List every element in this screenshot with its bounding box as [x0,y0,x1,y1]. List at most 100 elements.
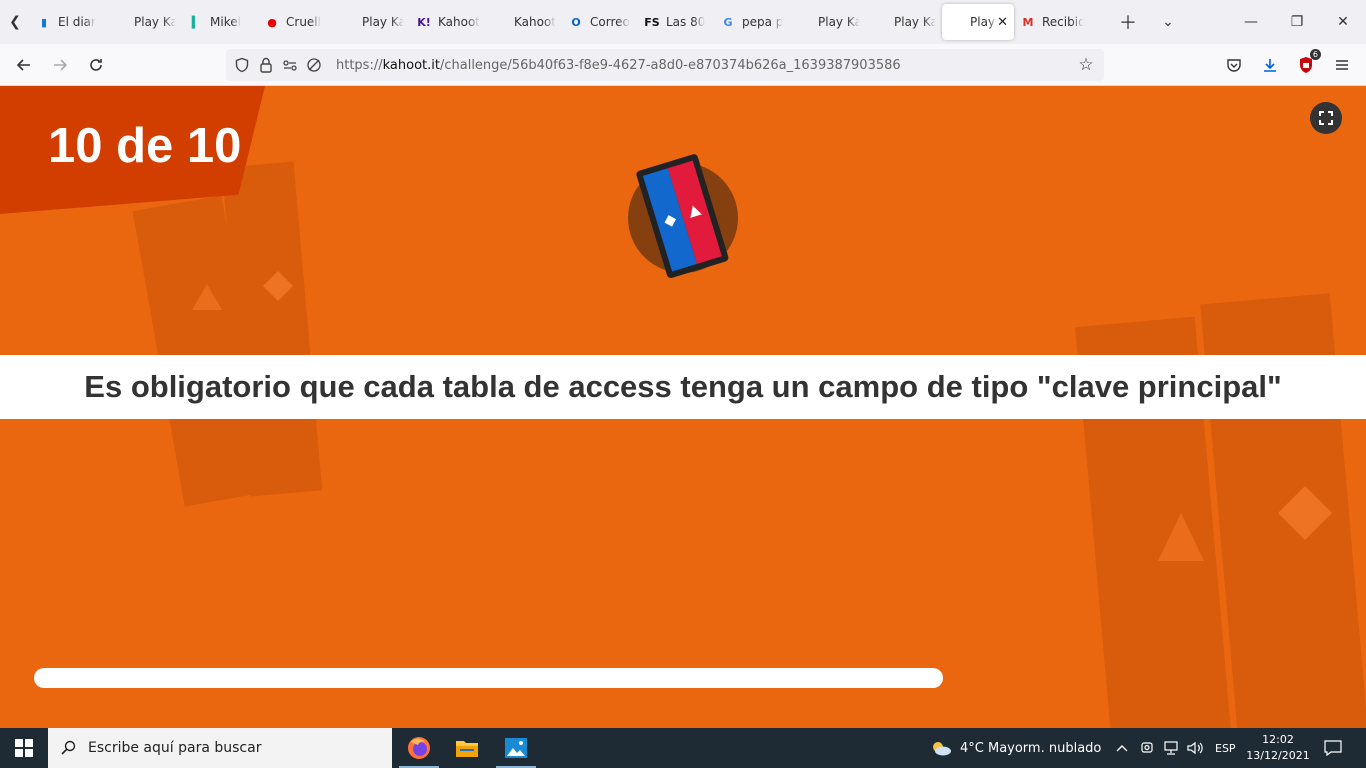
tab-title: Kahoot! - [514,15,556,29]
tab-13[interactable]: M Recibidos [1014,4,1090,40]
firefox-icon [408,737,430,759]
url-prefix: https:// [336,57,383,73]
permissions-icon[interactable] [278,53,302,77]
menu-button[interactable] [1329,52,1355,78]
expand-icon [1319,111,1333,125]
tab-list: ▮ El diar Play Kahoot! ▍ Mikel ● Cruell Play Ka… [30,0,1090,44]
clock-date: 13/12/2021 [1246,749,1310,762]
list-all-tabs-button[interactable]: ⌄ [1148,0,1188,44]
bookmark-star-icon[interactable]: ☆ [1074,53,1098,77]
tab-title: Recibidos [1042,15,1084,29]
meet-now-button[interactable] [1140,728,1154,768]
windows-taskbar: Escribe aquí para buscar 4°C Mayorm. nub… [0,728,1366,768]
tab-7[interactable]: O Correo [562,4,638,40]
question-counter: 10 de 10 [48,119,242,173]
forward-button[interactable] [45,50,75,80]
tab-3[interactable]: ● Cruell [258,4,334,40]
wattpad-icon: ▍ [191,15,201,29]
network-button[interactable] [1163,728,1179,768]
tab-12[interactable]: Play Kahoot!✕ [942,4,1014,40]
url-text[interactable]: https://kahoot.it/challenge/56b40f63-f8e… [336,58,901,73]
diamond-shape-icon [1278,486,1332,540]
photos-icon [505,738,527,758]
news-icon: ▮ [40,15,48,29]
fs-icon: FS [644,15,660,29]
tab-2[interactable]: ▍ Mikel [182,4,258,40]
tab-title: Cruell [286,15,321,29]
language-indicator[interactable]: ESP [1215,728,1236,768]
speaker-icon [1187,741,1203,755]
tab-1[interactable]: Play Kahoot! [106,4,182,40]
forward-arrow-icon [54,59,68,71]
ublock-extension-button[interactable]: 6 [1293,49,1321,78]
tab-0[interactable]: ▮ El diar [30,4,106,40]
clock-time: 12:02 [1262,733,1294,746]
taskbar-photos[interactable] [492,728,540,768]
new-tab-button[interactable]: ＋ [1108,0,1148,44]
tab-title: El diar [58,15,96,29]
question-text: Es obligatorio que cada tabla de access … [84,369,1282,404]
tab-title: Play Kahoot! [362,15,404,29]
tab-9[interactable]: Gpepa p [714,4,790,40]
windows-logo-icon [15,739,33,757]
network-icon [1164,741,1178,755]
triangle-shape-icon [192,284,222,310]
true-false-icon [628,154,738,279]
camera-blocked-icon[interactable] [302,53,326,77]
close-tab-icon[interactable]: ✕ [997,15,1008,30]
weather-widget[interactable]: 4°C Mayorm. nublado [930,728,1101,768]
taskbar-file-explorer[interactable] [443,728,491,768]
diamond-shape-icon [263,271,293,301]
tab-11[interactable]: Play Kahoot! [866,4,942,40]
start-button[interactable] [0,728,48,768]
tab-strip: ❮ ▮ El diar Play Kahoot! ▍ Mikel ● Cruell Play … [0,0,1366,44]
back-button[interactable] [9,50,39,80]
vodafone-icon: ● [267,15,277,29]
notifications-button[interactable] [1324,728,1342,768]
lock-icon[interactable] [254,53,278,77]
tab-6[interactable]: Kahoot! - [486,4,562,40]
url-path: /challenge/56b40f63-f8e9-4627-a8d0-e8703… [439,57,901,73]
blank-favicon-icon [948,14,964,30]
restore-button[interactable]: ❐ [1274,0,1320,44]
reload-button[interactable] [81,50,111,80]
weather-text: 4°C Mayorm. nublado [960,740,1102,756]
back-arrow-icon [16,59,30,71]
folder-icon [456,741,478,757]
clock[interactable]: 12:02 13/12/2021 [1246,732,1310,764]
url-host: kahoot.it [382,57,440,73]
close-window-button[interactable]: ✕ [1320,0,1366,44]
taskbar-firefox[interactable] [395,728,443,768]
tab-title: Play Kahoot! [818,15,860,29]
tab-title: Correo [590,15,630,29]
blank-favicon-icon [340,14,356,30]
fullscreen-button[interactable] [1310,102,1342,134]
pocket-icon [1227,59,1241,72]
question-band: Es obligatorio que cada tabla de access … [0,355,1366,419]
extension-badge: 6 [1309,49,1321,60]
scroll-tabs-left-icon[interactable]: ❮ [0,0,30,44]
tracking-protection-icon[interactable] [230,53,254,77]
tab-5[interactable]: K! Kahoot [410,4,486,40]
kahoot-icon: K! [417,15,431,29]
tab-4[interactable]: Play Kahoot! [334,4,410,40]
blank-favicon-icon [112,14,128,30]
notification-icon [1324,740,1342,756]
show-hidden-icons-button[interactable] [1116,728,1128,768]
tab-title: Play Kahoot! [134,15,176,29]
pocket-button[interactable] [1221,52,1247,78]
outlook-icon: O [571,15,581,29]
volume-button[interactable] [1187,728,1203,768]
minimize-button[interactable]: — [1228,0,1274,44]
blank-favicon-icon [492,14,508,30]
partly-cloudy-icon [933,742,951,756]
search-icon [48,740,88,756]
timer-progress-bar [34,668,943,688]
downloads-button[interactable] [1257,52,1283,78]
address-bar[interactable]: https://kahoot.it/challenge/56b40f63-f8e… [226,49,1104,81]
taskbar-search-box[interactable]: Escribe aquí para buscar [48,728,392,768]
tab-10[interactable]: Play Kahoot! [790,4,866,40]
tab-8[interactable]: FS Las 80 [638,4,714,40]
tab-title: Las 80 [666,15,706,29]
tab-title: Play Kahoot! [970,15,997,29]
